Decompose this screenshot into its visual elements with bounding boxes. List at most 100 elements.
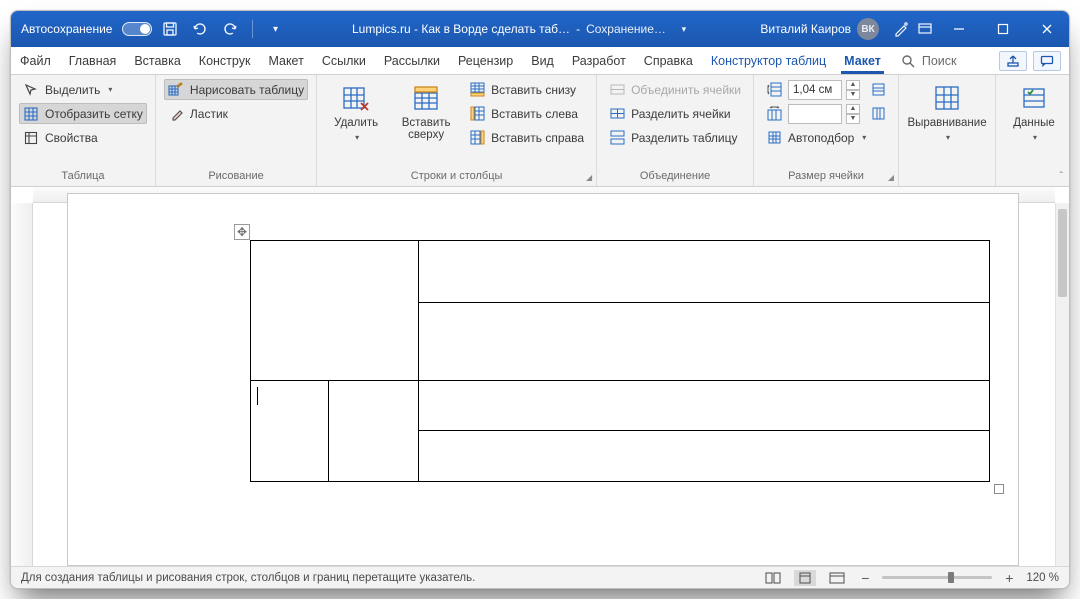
insert-below-icon bbox=[469, 82, 485, 98]
insert-above-icon bbox=[411, 83, 441, 113]
tab-table-layout[interactable]: Макет bbox=[835, 47, 890, 74]
autosave-toggle[interactable] bbox=[122, 22, 152, 36]
alignment-icon bbox=[932, 83, 962, 113]
minimize-button[interactable] bbox=[937, 11, 981, 47]
tab-mailings[interactable]: Рассылки bbox=[375, 47, 449, 74]
eraser-button[interactable]: Ластик bbox=[164, 103, 308, 124]
save-icon[interactable] bbox=[158, 17, 182, 41]
properties-label: Свойства bbox=[45, 131, 98, 145]
group-merge-label: Объединение bbox=[605, 167, 745, 186]
table-move-handle[interactable]: ✥ bbox=[234, 224, 250, 240]
grid-icon bbox=[23, 106, 39, 122]
zoom-slider[interactable] bbox=[882, 576, 992, 579]
read-mode-icon[interactable] bbox=[762, 570, 784, 586]
text-cursor bbox=[257, 387, 258, 405]
document-area: ✥ bbox=[11, 187, 1069, 566]
ribbon-display-icon[interactable] bbox=[913, 17, 937, 41]
row-height-field[interactable]: ▲▼ bbox=[762, 79, 890, 100]
tab-table-design[interactable]: Конструктор таблиц bbox=[702, 47, 835, 74]
title-bar: Автосохранение ▾ Lumpics.ru - Как в Ворд… bbox=[11, 11, 1069, 47]
tab-layout[interactable]: Макет bbox=[259, 47, 312, 74]
zoom-slider-knob[interactable] bbox=[948, 572, 954, 583]
alignment-button[interactable]: Выравнивание▾ bbox=[907, 79, 987, 146]
collapse-ribbon-icon[interactable]: ˆ bbox=[1060, 171, 1063, 182]
search-box[interactable]: Поиск bbox=[890, 47, 967, 74]
tab-insert[interactable]: Вставка bbox=[125, 47, 189, 74]
group-alignment: Выравнивание▾ bbox=[899, 75, 996, 186]
print-layout-icon[interactable] bbox=[794, 570, 816, 586]
insert-left-label: Вставить слева bbox=[491, 107, 578, 121]
tab-review[interactable]: Рецензир bbox=[449, 47, 522, 74]
col-width-icon bbox=[766, 106, 782, 122]
maximize-button[interactable] bbox=[981, 11, 1025, 47]
col-width-field[interactable]: ▲▼ bbox=[762, 103, 890, 124]
zoom-in-button[interactable]: + bbox=[1002, 570, 1016, 586]
properties-button[interactable]: Свойства bbox=[19, 127, 147, 148]
select-button[interactable]: Выделить▾ bbox=[19, 79, 147, 100]
split-cells-button[interactable]: Разделить ячейки bbox=[605, 103, 745, 124]
close-button[interactable] bbox=[1025, 11, 1069, 47]
cursor-icon bbox=[23, 82, 39, 98]
vertical-scrollbar[interactable] bbox=[1055, 203, 1069, 566]
height-down[interactable]: ▼ bbox=[846, 90, 860, 100]
height-up[interactable]: ▲ bbox=[846, 80, 860, 90]
zoom-level[interactable]: 120 % bbox=[1026, 572, 1059, 584]
insert-right-label: Вставить справа bbox=[491, 131, 584, 145]
share-button[interactable] bbox=[999, 51, 1027, 71]
comments-button[interactable] bbox=[1033, 51, 1061, 71]
user-avatar[interactable]: ВК bbox=[857, 18, 879, 40]
alignment-label: Выравнивание bbox=[907, 117, 986, 129]
status-hint: Для создания таблицы и рисования строк, … bbox=[21, 572, 475, 584]
insert-below-button[interactable]: Вставить снизу bbox=[465, 79, 588, 100]
width-up[interactable]: ▲ bbox=[846, 104, 860, 114]
search-placeholder: Поиск bbox=[922, 54, 957, 68]
split-table-button[interactable]: Разделить таблицу bbox=[605, 127, 745, 148]
distribute-cols-icon[interactable] bbox=[870, 106, 886, 122]
group-cell-size: ▲▼ ▲▼ Автоподбор▾ Размер ячейки bbox=[754, 75, 899, 186]
table-resize-handle[interactable] bbox=[994, 484, 1004, 494]
vertical-ruler[interactable] bbox=[11, 203, 33, 566]
data-button[interactable]: Данные▾ bbox=[1004, 79, 1064, 146]
insert-right-button[interactable]: Вставить справа bbox=[465, 127, 588, 148]
scrollbar-thumb[interactable] bbox=[1058, 209, 1067, 297]
drawpen-icon[interactable] bbox=[889, 17, 913, 41]
page[interactable]: ✥ bbox=[67, 193, 1019, 566]
tab-view[interactable]: Вид bbox=[522, 47, 563, 74]
view-gridlines-button[interactable]: Отобразить сетку bbox=[19, 103, 147, 124]
col-width-input[interactable] bbox=[788, 104, 842, 124]
row-height-icon bbox=[766, 82, 782, 98]
zoom-out-button[interactable]: − bbox=[858, 570, 872, 586]
delete-label: Удалить bbox=[334, 117, 378, 129]
split-table-icon bbox=[609, 130, 625, 146]
title-dropdown-icon[interactable]: ▾ bbox=[672, 17, 696, 41]
draw-table-button[interactable]: Нарисовать таблицу bbox=[164, 79, 308, 100]
delete-button[interactable]: Удалить ▾ bbox=[325, 79, 387, 146]
distribute-rows-icon[interactable] bbox=[870, 82, 886, 98]
status-bar: Для создания таблицы и рисования строк, … bbox=[11, 566, 1069, 588]
tab-design[interactable]: Конструк bbox=[190, 47, 260, 74]
insert-right-icon bbox=[469, 130, 485, 146]
document-table[interactable] bbox=[250, 240, 990, 482]
tab-references[interactable]: Ссылки bbox=[313, 47, 375, 74]
merge-cells-button[interactable]: Объединить ячейки bbox=[605, 79, 745, 100]
group-draw-label: Рисование bbox=[164, 167, 308, 186]
width-down[interactable]: ▼ bbox=[846, 114, 860, 124]
tab-file[interactable]: Файл bbox=[11, 47, 60, 74]
group-align-placeholder bbox=[907, 167, 987, 186]
insert-above-button[interactable]: Вставить сверху bbox=[395, 79, 457, 145]
properties-icon bbox=[23, 130, 39, 146]
insert-left-button[interactable]: Вставить слева bbox=[465, 103, 588, 124]
user-name[interactable]: Виталий Каиров bbox=[760, 22, 851, 36]
gridlines-label: Отобразить сетку bbox=[45, 107, 143, 121]
menu-bar: Файл Главная Вставка Конструк Макет Ссыл… bbox=[11, 47, 1069, 75]
redo-icon[interactable] bbox=[218, 17, 242, 41]
tab-help[interactable]: Справка bbox=[635, 47, 702, 74]
group-draw: Нарисовать таблицу Ластик Рисование bbox=[156, 75, 317, 186]
undo-icon[interactable] bbox=[188, 17, 212, 41]
autofit-button[interactable]: Автоподбор▾ bbox=[762, 127, 890, 148]
web-layout-icon[interactable] bbox=[826, 570, 848, 586]
row-height-input[interactable] bbox=[788, 80, 842, 100]
tab-home[interactable]: Главная bbox=[60, 47, 126, 74]
tab-developer[interactable]: Разработ bbox=[563, 47, 635, 74]
qat-more-icon[interactable]: ▾ bbox=[263, 17, 287, 41]
